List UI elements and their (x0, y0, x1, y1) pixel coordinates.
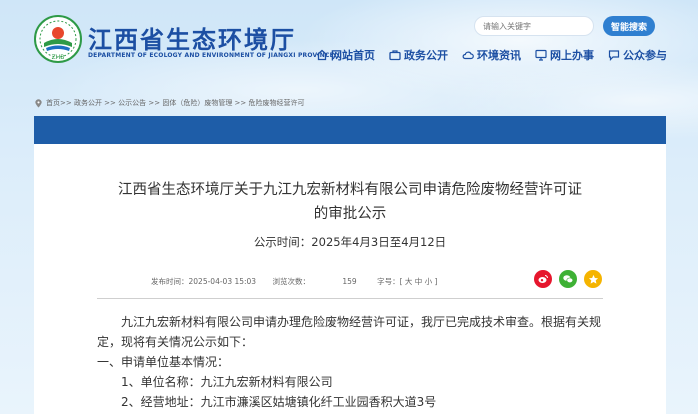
nav-public-participation-label: 公众参与 (623, 49, 667, 62)
logo-badge-text: ZHB (52, 54, 65, 61)
list-item: 2、经营地址：九江市濂溪区姑塘镇化纤工业园香积大道3号 (121, 395, 437, 409)
add-favorite-button[interactable] (584, 270, 602, 288)
briefcase-icon (389, 50, 401, 61)
nav-environment-news-label: 环境资讯 (477, 49, 521, 62)
nav-online-services[interactable]: 网上办事 (535, 47, 594, 63)
site-title[interactable]: 江西省生态环境厅 (88, 20, 296, 55)
article-title-line2: 的审批公示 (313, 206, 387, 222)
smart-search-button[interactable]: 智能搜索 (603, 16, 655, 36)
article-card: 江西省生态环境厅关于九江九宏新材料有限公司申请危险废物经营许可证 的审批公示 公… (34, 144, 666, 414)
nav-government-affairs[interactable]: 政务公开 (389, 47, 448, 63)
department-logo[interactable]: ZHB (34, 15, 82, 63)
main-nav: 网站首页 政务公开 环境资讯 网上办事 公众参与 (316, 47, 667, 63)
home-icon (316, 49, 328, 61)
wechat-icon (563, 275, 574, 284)
share-weibo-button[interactable] (534, 270, 552, 288)
meta-divider (97, 298, 603, 299)
article-title: 江西省生态环境厅关于九江九宏新材料有限公司申请危险废物经营许可证 的审批公示 (34, 178, 666, 226)
nav-environment-news[interactable]: 环境资讯 (462, 47, 521, 63)
monitor-icon (535, 49, 547, 61)
location-pin-icon (35, 98, 42, 108)
article-meta: 发布时间：2025-04-03 15:03 浏览次数： 159 字号：[ 大 中… (151, 276, 451, 287)
nav-government-affairs-label: 政务公开 (404, 49, 448, 62)
nav-home-label: 网站首页 (331, 49, 375, 62)
breadcrumb-text[interactable]: 首页>> 政务公开 >> 公示公告 >> 固体（危险）废物管理 >> 危险废物经… (46, 98, 305, 108)
list-item: 1、单位名称：九江九宏新材料有限公司 (121, 375, 333, 389)
share-wechat-button[interactable] (559, 270, 577, 288)
font-size-selector[interactable]: 字号：[ 大 中 小 ] (377, 277, 437, 286)
nav-public-participation[interactable]: 公众参与 (608, 47, 667, 63)
cloud-icon (462, 51, 474, 60)
nav-online-services-label: 网上办事 (550, 49, 594, 62)
publication-period: 公示时间：2025年4月3日至4月12日 (253, 235, 447, 249)
site-title-english: DEPARTMENT OF ECOLOGY AND ENVIRONMENT OF… (88, 52, 334, 59)
views-label: 浏览次数： (272, 277, 310, 286)
content-header-band (34, 116, 666, 144)
nav-home[interactable]: 网站首页 (316, 47, 375, 63)
weibo-icon (538, 275, 548, 283)
views-count: 159 (342, 277, 357, 286)
article-body: 九江九宏新材料有限公司申请办理危险废物经营许可证，我厅已完成技术审查。根据有关规… (97, 312, 605, 412)
breadcrumb: 首页>> 政务公开 >> 公示公告 >> 固体（危险）废物管理 >> 危险废物经… (34, 98, 305, 108)
intro-paragraph: 九江九宏新材料有限公司申请办理危险废物经营许可证，我厅已完成技术审查。根据有关规… (97, 315, 602, 349)
star-icon (588, 274, 598, 284)
section-heading: 一、申请单位基本情况： (97, 355, 230, 369)
chat-icon (608, 50, 620, 61)
publish-date: 发布时间：2025-04-03 15:03 (151, 277, 257, 286)
search-input[interactable] (474, 16, 594, 36)
article-title-line1: 江西省生态环境厅关于九江九宏新材料有限公司申请危险废物经营许可证 (118, 182, 582, 198)
